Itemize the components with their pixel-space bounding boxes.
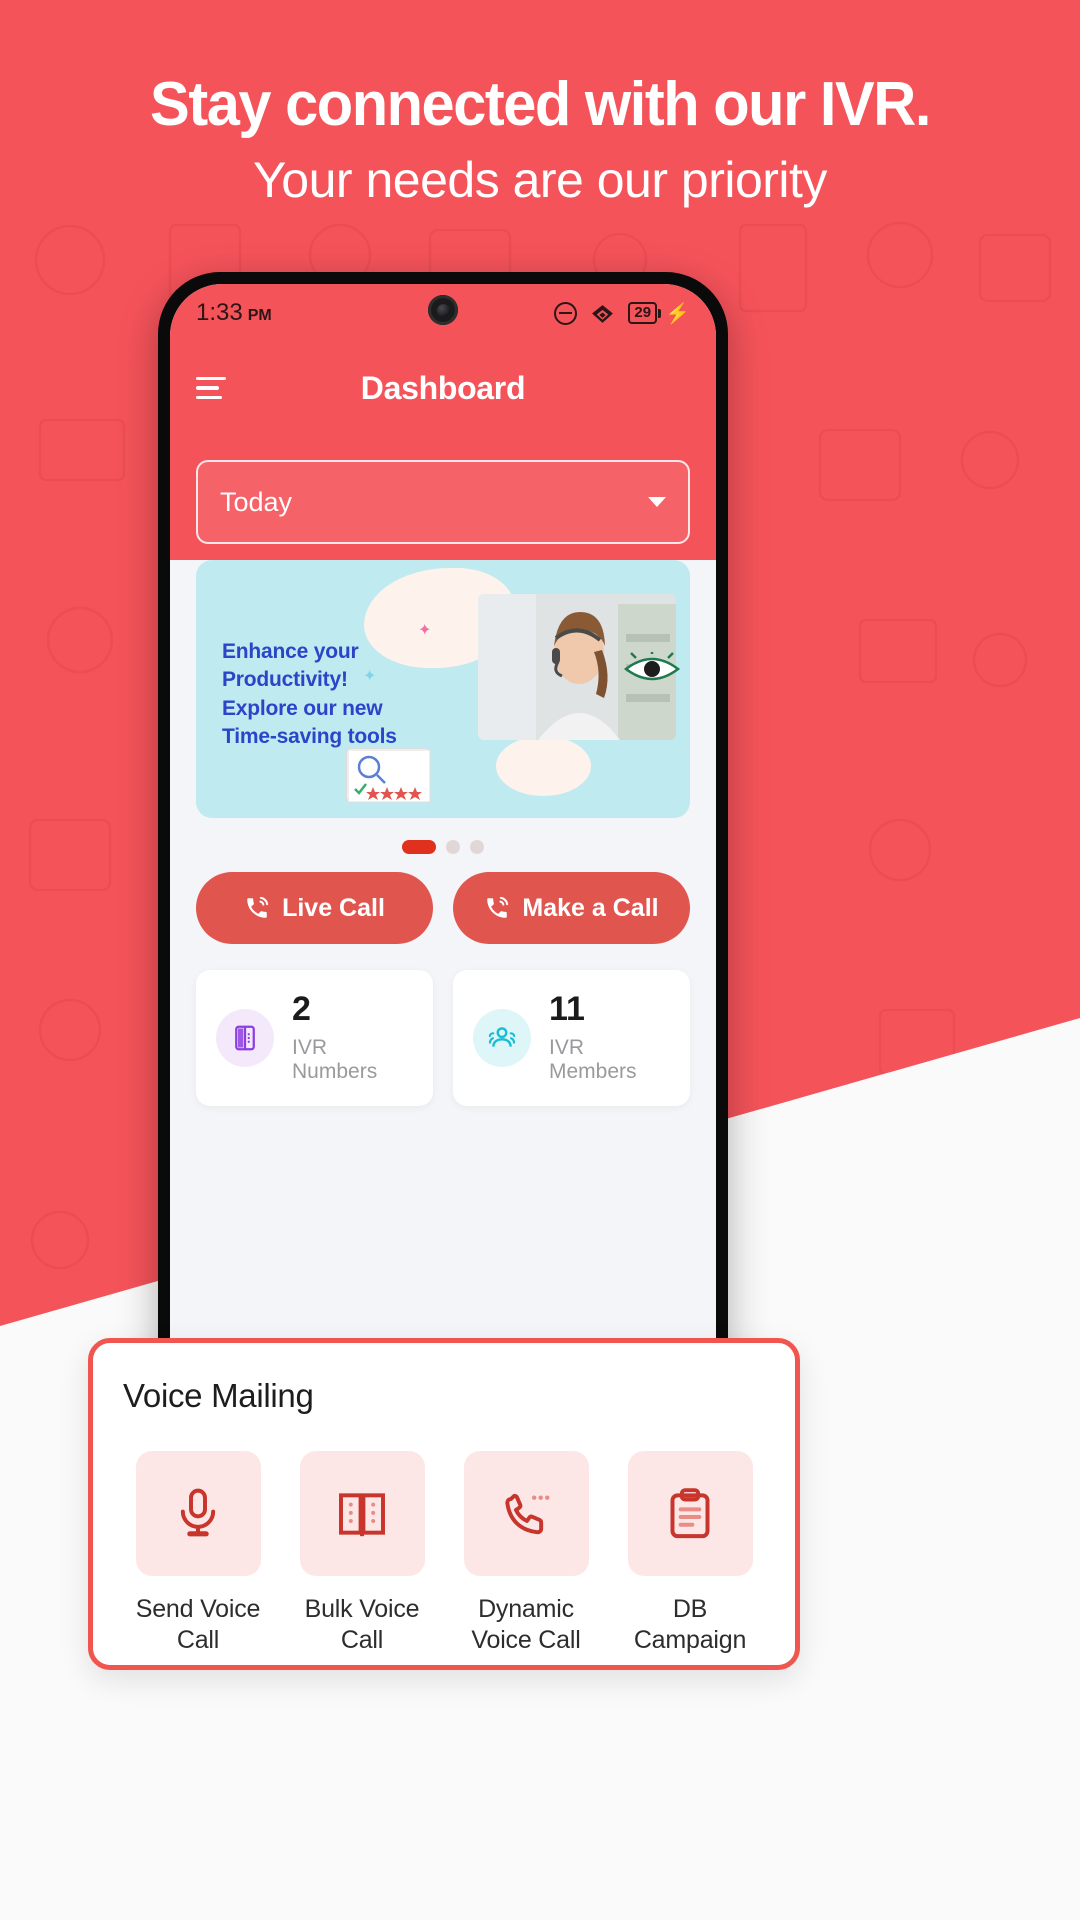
make-a-call-label: Make a Call xyxy=(522,893,659,922)
voice-item-dynamic-voice-call[interactable]: Dynamic Voice Call xyxy=(451,1451,601,1657)
eye-icon xyxy=(623,652,681,681)
wifi-icon xyxy=(592,304,614,323)
voice-item-label: Send Voice Call xyxy=(135,1595,261,1655)
dashboard-content: Enhance your Productivity! Explore our n… xyxy=(170,560,716,1106)
app-bar: Dashboard xyxy=(170,342,716,434)
status-clock: 1:33 PM xyxy=(196,299,272,327)
sparkle-icon-2: ✦ xyxy=(363,668,377,685)
phone-dots-icon xyxy=(463,1451,589,1576)
make-a-call-button[interactable]: Make a Call xyxy=(453,872,690,944)
stat-text-block: 2 IVR Numbers xyxy=(292,992,413,1084)
banner-review-card xyxy=(346,748,431,803)
promo-carousel-banner[interactable]: Enhance your Productivity! Explore our n… xyxy=(196,560,690,818)
sparkle-icon: ✦ xyxy=(418,622,432,639)
banner-blob-decor-2 xyxy=(496,736,591,796)
banner-line-1: Enhance your xyxy=(222,640,359,663)
carousel-dot[interactable] xyxy=(446,840,460,854)
date-range-value: Today xyxy=(220,486,293,517)
review-card-illustration xyxy=(347,749,431,803)
chevron-down-icon xyxy=(648,497,666,507)
address-book-icon xyxy=(216,1009,274,1067)
stat-label: IVR Numbers xyxy=(292,1036,378,1083)
voice-item-bulk-voice-call[interactable]: Bulk Voice Call xyxy=(287,1451,437,1657)
status-time-ampm: PM xyxy=(247,307,272,324)
battery-level: 29 xyxy=(628,301,658,325)
promo-headline: Stay connected with our IVR. xyxy=(150,70,931,139)
stat-text-block: 11 IVR Members xyxy=(549,992,670,1084)
banner-line-3: Explore our new xyxy=(222,696,383,720)
stat-card-ivr-numbers[interactable]: 2 IVR Numbers xyxy=(196,970,433,1106)
status-icons: 29 ⚡ xyxy=(554,301,690,326)
carousel-dot-active[interactable] xyxy=(402,840,436,854)
page-title: Dashboard xyxy=(360,369,526,406)
stat-value: 2 xyxy=(292,990,311,1028)
lightning-bolt-icon: ⚡ xyxy=(665,302,690,325)
phone-ring-icon xyxy=(247,896,269,918)
phone-ring-icon xyxy=(487,896,509,918)
phone-mockup: 1:33 PM 29 ⚡ Dashboard Today Enhance you… xyxy=(158,272,728,1504)
do-not-disturb-icon xyxy=(554,301,578,325)
voice-item-db-campaign[interactable]: DB Campaign xyxy=(615,1451,765,1657)
voice-item-label: Bulk Voice Call xyxy=(304,1595,420,1655)
voice-item-send-voice-call[interactable]: Send Voice Call xyxy=(123,1451,273,1657)
live-call-label: Live Call xyxy=(282,893,385,922)
clipboard-icon xyxy=(627,1451,753,1576)
voice-mailing-card: Voice Mailing Send Voice Call Bulk Voice… xyxy=(88,1338,800,1670)
banner-text-block: Enhance your Productivity! Explore our n… xyxy=(222,638,397,751)
voice-mailing-grid: Send Voice Call Bulk Voice Call Dynamic … xyxy=(123,1451,765,1657)
call-actions-row: Live Call Make a Call xyxy=(196,872,690,944)
filter-region: Today xyxy=(170,434,716,578)
stat-card-ivr-members[interactable]: 11 IVR Members xyxy=(453,970,690,1106)
promo-subheadline: Your needs are our priority xyxy=(253,151,827,208)
battery-indicator: 29 ⚡ xyxy=(628,301,690,326)
voice-item-label: Dynamic Voice Call xyxy=(471,1595,581,1655)
stats-row: 2 IVR Numbers 11 IVR Members xyxy=(196,970,690,1106)
status-bar: 1:33 PM 29 ⚡ xyxy=(170,284,716,342)
user-group-icon xyxy=(473,1009,531,1067)
open-book-icon xyxy=(299,1451,425,1576)
microphone-icon xyxy=(135,1451,261,1576)
promo-heading-block: Stay connected with our IVR. Your needs … xyxy=(0,70,1080,211)
hamburger-menu-icon[interactable] xyxy=(196,376,226,400)
voice-item-label: DB Campaign xyxy=(633,1595,747,1655)
carousel-dots[interactable] xyxy=(196,840,690,854)
front-camera-punchhole xyxy=(428,295,458,325)
carousel-dot[interactable] xyxy=(470,840,484,854)
status-time-value: 1:33 xyxy=(196,299,243,326)
live-call-button[interactable]: Live Call xyxy=(196,872,433,944)
battery-cap xyxy=(658,308,662,318)
voice-mailing-title: Voice Mailing xyxy=(123,1377,314,1414)
date-range-dropdown[interactable]: Today xyxy=(196,460,690,544)
phone-screen: 1:33 PM 29 ⚡ Dashboard Today Enhance you… xyxy=(170,284,716,1492)
stat-value: 11 xyxy=(549,990,585,1028)
stat-label: IVR Members xyxy=(549,1036,637,1083)
